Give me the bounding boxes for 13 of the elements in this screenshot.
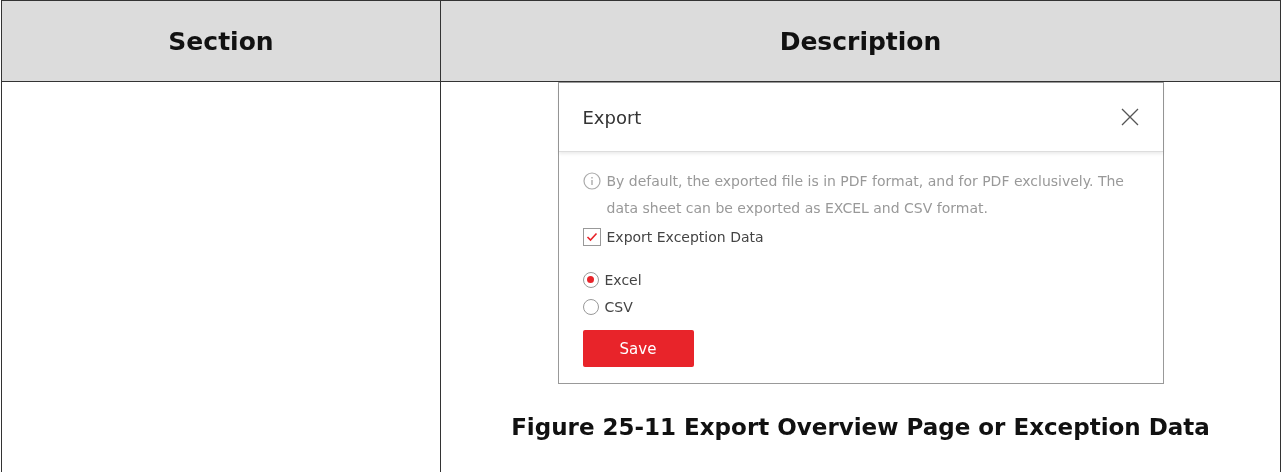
checkbox-label: Export Exception Data: [606, 229, 764, 245]
save-button[interactable]: Save: [582, 330, 694, 367]
checkbox[interactable]: [582, 228, 601, 246]
check-icon: [585, 231, 598, 243]
dialog-title: Export: [582, 106, 642, 128]
figure-caption: Figure 25-11 Export Overview Page or Exception Data: [511, 414, 1210, 440]
radio-label: Excel: [604, 271, 642, 288]
radio-label: CSV: [604, 298, 633, 315]
column-header: Description: [440, 0, 1281, 82]
info-text: By default, the exported file is in PDF format, and for PDF exclusively. The data sheet can be exported as EXCEL and CSV format.: [606, 172, 1125, 218]
info-icon: [582, 172, 601, 190]
close-icon[interactable]: [1120, 108, 1139, 126]
column-header: Section: [1, 0, 441, 82]
